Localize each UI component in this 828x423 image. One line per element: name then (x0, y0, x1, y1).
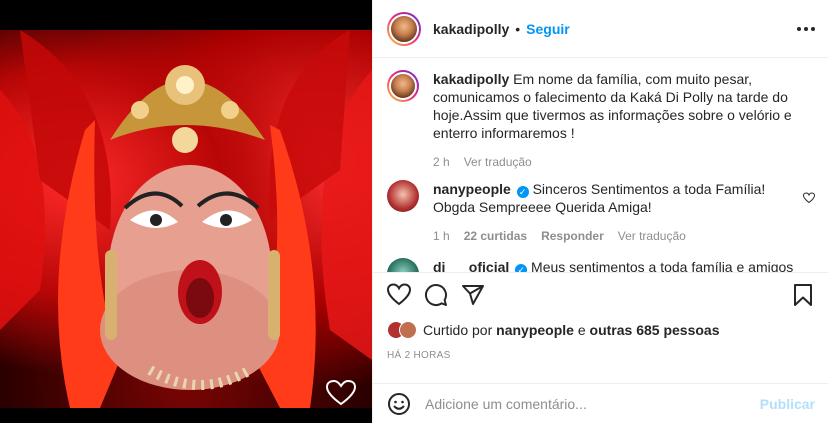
more-horizontal-icon[interactable] (797, 20, 815, 38)
comment-time[interactable]: 1 h (433, 227, 450, 245)
bookmark-icon[interactable] (791, 283, 815, 307)
post-actions: Curtido por nanypeople e outras 685 pess… (373, 272, 828, 422)
reply-button[interactable]: Responder (541, 227, 604, 245)
caption: kakadipolly Em nome da família, com muit… (387, 70, 819, 171)
see-translation-link[interactable]: Ver tradução (618, 227, 686, 245)
caption-username[interactable]: kakadipolly (433, 71, 509, 87)
comment-username[interactable]: nanypeople (433, 181, 511, 197)
post-timestamp[interactable]: HÁ 2 HORAS (387, 350, 451, 361)
comments-list[interactable]: kakadipolly Em nome da família, com muit… (373, 58, 828, 272)
list-item: dj___oficial ✓ Meus sentimentos a toda f… (387, 258, 819, 272)
avatar[interactable] (399, 321, 417, 339)
share-icon[interactable] (461, 283, 485, 307)
likes-connector: e (577, 322, 586, 338)
follow-button[interactable]: Seguir (526, 21, 570, 37)
comment-text: Meus sentimentos a toda família e amigos (531, 259, 794, 272)
verified-badge-icon: ✓ (516, 186, 529, 198)
header-username[interactable]: kakadipolly (433, 21, 509, 37)
heart-outline-icon[interactable] (326, 380, 356, 406)
avatar[interactable] (387, 258, 419, 272)
post-panel: kakadipolly • Seguir kakadipolly Em nome… (372, 0, 828, 423)
comment-input[interactable] (425, 395, 760, 412)
avatar[interactable] (387, 70, 419, 102)
avatar[interactable] (387, 11, 421, 46)
comment-likes[interactable]: 22 curtidas (464, 227, 527, 245)
post-media[interactable] (0, 0, 372, 423)
post-photo (0, 30, 372, 408)
likes-others[interactable]: outras 685 pessoas (590, 322, 720, 338)
verified-badge-icon: ✓ (515, 264, 528, 272)
list-item: nanypeople ✓ Sinceros Sentimentos a toda… (387, 180, 819, 245)
heart-icon[interactable] (803, 192, 815, 204)
instagram-post: kakadipolly • Seguir kakadipolly Em nome… (0, 0, 828, 423)
post-header: kakadipolly • Seguir (373, 0, 828, 58)
likes-user[interactable]: nanypeople (496, 322, 574, 338)
emoji-icon[interactable] (387, 392, 411, 416)
see-translation-link[interactable]: Ver tradução (464, 153, 532, 171)
drag-performer-photo (0, 30, 372, 408)
likes-summary: Curtido por nanypeople e outras 685 pess… (387, 321, 720, 339)
comment-composer: Publicar (373, 383, 828, 423)
separator-dot: • (515, 20, 521, 37)
comment-icon[interactable] (424, 283, 448, 307)
heart-icon[interactable] (387, 283, 411, 307)
likes-prefix: Curtido por (423, 322, 493, 338)
publish-button[interactable]: Publicar (760, 396, 815, 412)
avatar[interactable] (387, 180, 419, 212)
comment-username[interactable]: dj___oficial (433, 259, 509, 272)
caption-time[interactable]: 2 h (433, 153, 450, 171)
